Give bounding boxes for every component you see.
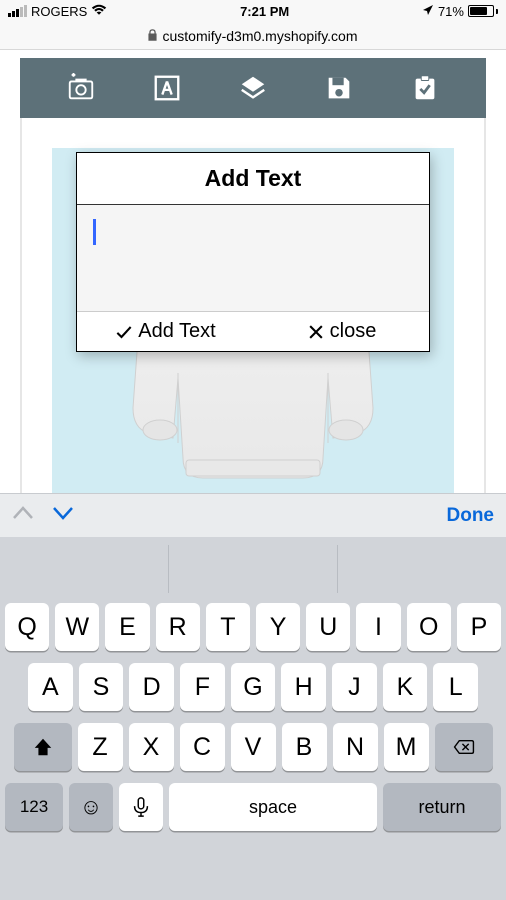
add-text-modal: Add Text Add Text close [76, 152, 430, 352]
mic-key[interactable] [119, 783, 163, 831]
backspace-key[interactable] [435, 723, 493, 771]
keyboard: Q W E R T Y U I O P A S D F G H J K L Z … [0, 537, 506, 900]
key-u[interactable]: U [306, 603, 350, 651]
text-input[interactable] [77, 205, 429, 311]
add-text-button[interactable]: Add Text [77, 320, 253, 343]
return-key[interactable]: return [383, 783, 501, 831]
lock-icon [148, 28, 157, 44]
key-w[interactable]: W [55, 603, 99, 651]
key-i[interactable]: I [356, 603, 400, 651]
key-d[interactable]: D [129, 663, 174, 711]
carrier-label: ROGERS [31, 4, 87, 19]
key-m[interactable]: M [384, 723, 429, 771]
key-q[interactable]: Q [5, 603, 49, 651]
prev-field-icon[interactable] [12, 506, 34, 525]
space-key[interactable]: space [169, 783, 377, 831]
keyboard-toolbar: Done [0, 493, 506, 537]
close-button[interactable]: close [253, 320, 429, 343]
shift-key[interactable] [14, 723, 72, 771]
keyboard-row-1: Q W E R T Y U I O P [0, 603, 506, 651]
editor-toolbar [20, 58, 486, 118]
signal-icon [8, 5, 27, 17]
add-image-icon[interactable] [61, 68, 101, 108]
key-n[interactable]: N [333, 723, 378, 771]
emoji-key[interactable]: ☺ [69, 783, 113, 831]
battery-icon [468, 5, 498, 17]
keyboard-row-4: 123 ☺ space return [0, 783, 506, 831]
battery-percent: 71% [438, 4, 464, 19]
key-v[interactable]: V [231, 723, 276, 771]
text-cursor [93, 219, 96, 245]
key-a[interactable]: A [28, 663, 73, 711]
numeric-key[interactable]: 123 [5, 783, 63, 831]
url-text: customify-d3m0.myshopify.com [162, 28, 357, 44]
key-y[interactable]: Y [256, 603, 300, 651]
key-h[interactable]: H [281, 663, 326, 711]
text-icon[interactable] [147, 68, 187, 108]
keyboard-row-2: A S D F G H J K L [0, 663, 506, 711]
time-label: 7:21 PM [240, 4, 289, 19]
key-p[interactable]: P [457, 603, 501, 651]
key-x[interactable]: X [129, 723, 174, 771]
key-j[interactable]: J [332, 663, 377, 711]
key-b[interactable]: B [282, 723, 327, 771]
location-icon [422, 4, 434, 19]
close-label: close [330, 320, 377, 343]
suggestions-bar [0, 545, 506, 593]
key-l[interactable]: L [433, 663, 478, 711]
key-t[interactable]: T [206, 603, 250, 651]
key-r[interactable]: R [156, 603, 200, 651]
key-z[interactable]: Z [78, 723, 123, 771]
suggestion-slot[interactable] [0, 545, 169, 593]
key-f[interactable]: F [180, 663, 225, 711]
key-c[interactable]: C [180, 723, 225, 771]
suggestion-slot[interactable] [169, 545, 338, 593]
modal-title: Add Text [77, 153, 429, 205]
add-text-label: Add Text [138, 320, 215, 343]
keyboard-row-3: Z X C V B N M [0, 723, 506, 771]
suggestion-slot[interactable] [338, 545, 506, 593]
browser-url-bar[interactable]: customify-d3m0.myshopify.com [0, 22, 506, 50]
save-icon[interactable] [319, 68, 359, 108]
done-button[interactable]: Done [447, 505, 495, 527]
status-bar: ROGERS 7:21 PM 71% [0, 0, 506, 22]
key-k[interactable]: K [383, 663, 428, 711]
confirm-icon[interactable] [405, 68, 445, 108]
layers-icon[interactable] [233, 68, 273, 108]
key-o[interactable]: O [407, 603, 451, 651]
next-field-icon[interactable] [52, 506, 74, 525]
key-g[interactable]: G [231, 663, 276, 711]
wifi-icon [91, 4, 107, 19]
key-s[interactable]: S [79, 663, 124, 711]
key-e[interactable]: E [105, 603, 149, 651]
